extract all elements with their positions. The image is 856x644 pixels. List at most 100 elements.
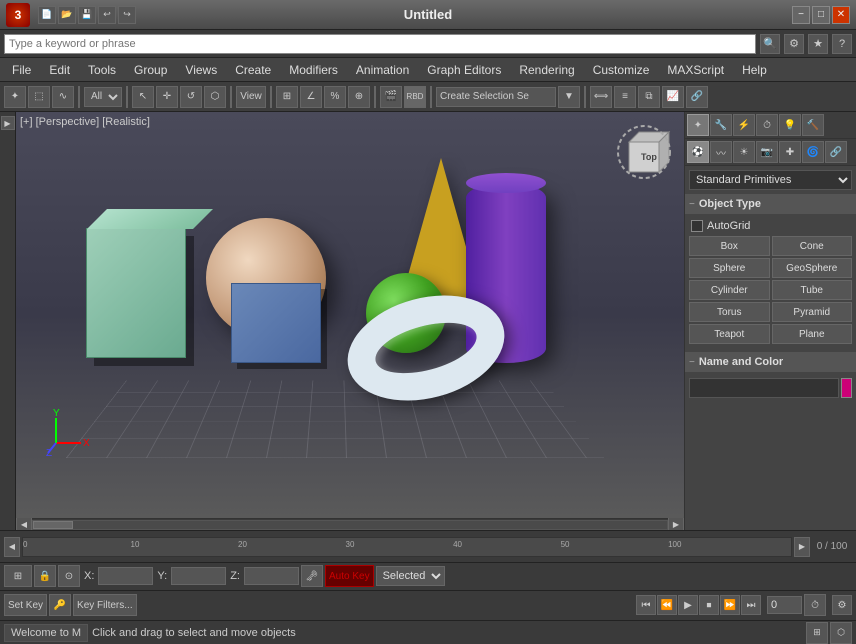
menu-animation[interactable]: Animation: [348, 61, 417, 79]
menu-help[interactable]: Help: [734, 61, 775, 79]
layer-tool[interactable]: ⧉: [638, 86, 660, 108]
key-mode-toggle[interactable]: 🔑: [49, 594, 71, 616]
go-end-btn[interactable]: ⏭: [741, 595, 761, 615]
scrollbar-track[interactable]: [32, 520, 668, 530]
open-icon[interactable]: 📂: [58, 6, 76, 24]
frame-input[interactable]: [767, 596, 802, 614]
menu-customize[interactable]: Customize: [585, 61, 658, 79]
menu-group[interactable]: Group: [126, 61, 175, 79]
sphere-button[interactable]: Sphere: [689, 258, 770, 278]
curve-editor[interactable]: 📈: [662, 86, 684, 108]
redo-icon[interactable]: ↪: [118, 6, 136, 24]
menu-views[interactable]: Views: [177, 61, 225, 79]
play-btn[interactable]: ▶: [678, 595, 698, 615]
cameras-icon[interactable]: 📷: [756, 141, 778, 163]
lock-selection[interactable]: 🔒: [34, 565, 56, 587]
y-input[interactable]: [171, 567, 226, 585]
helpers-icon[interactable]: ✚: [779, 141, 801, 163]
viewport-layout-btn[interactable]: ⊞: [806, 622, 828, 644]
box-button[interactable]: Box: [689, 236, 770, 256]
viewport-scrollbar[interactable]: ◀ ▶: [16, 518, 684, 530]
cylinder-button[interactable]: Cylinder: [689, 280, 770, 300]
spinner-btn[interactable]: ⊙: [58, 565, 80, 587]
filter-dropdown[interactable]: All: [84, 87, 122, 107]
torus-button[interactable]: Torus: [689, 302, 770, 322]
teapot-button[interactable]: Teapot: [689, 324, 770, 344]
scrollbar-thumb[interactable]: [33, 521, 73, 529]
percent-snap[interactable]: %: [324, 86, 346, 108]
create-panel-icon[interactable]: ✦: [687, 114, 709, 136]
next-frame-btn[interactable]: ⏩: [720, 595, 740, 615]
lasso-tool[interactable]: ∿: [52, 86, 74, 108]
select-tool[interactable]: ✦: [4, 86, 26, 108]
reference-coord[interactable]: View: [236, 86, 266, 108]
viewport[interactable]: X Y Z Top: [16, 112, 684, 518]
key-filters-button[interactable]: Key Filters...: [73, 594, 137, 616]
scale-button[interactable]: ⬡: [204, 86, 226, 108]
menu-modifiers[interactable]: Modifiers: [281, 61, 346, 79]
play-anim-left[interactable]: ▶: [1, 116, 15, 130]
snap-toggle[interactable]: ⊞: [276, 86, 298, 108]
modify-panel-icon[interactable]: 🔧: [710, 114, 732, 136]
cone-button[interactable]: Cone: [772, 236, 853, 256]
tube-button[interactable]: Tube: [772, 280, 853, 300]
rotate-button[interactable]: ↺: [180, 86, 202, 108]
x-input[interactable]: [98, 567, 153, 585]
key-icon[interactable]: 🗝: [301, 565, 323, 587]
menu-maxscript[interactable]: MAXScript: [659, 61, 732, 79]
menu-create[interactable]: Create: [227, 61, 279, 79]
menu-tools[interactable]: Tools: [80, 61, 124, 79]
object-type-header[interactable]: − Object Type: [685, 194, 856, 214]
primitive-type-select[interactable]: Standard Primitives: [689, 170, 852, 190]
spacewarps-icon[interactable]: 🌀: [802, 141, 824, 163]
new-icon[interactable]: 📄: [38, 6, 56, 24]
set-key-button[interactable]: Set Key: [4, 594, 47, 616]
hierarchy-panel-icon[interactable]: ⚡: [733, 114, 755, 136]
angle-snap[interactable]: ∠: [300, 86, 322, 108]
color-swatch[interactable]: [841, 378, 852, 398]
motion-panel-icon[interactable]: ⏱: [756, 114, 778, 136]
mirror-tool[interactable]: ⟺: [590, 86, 612, 108]
go-start-btn[interactable]: ⏮: [636, 595, 656, 615]
geometry-icon[interactable]: ⚽: [687, 141, 709, 163]
move-button[interactable]: ✛: [156, 86, 178, 108]
stop-btn[interactable]: ⏹: [699, 595, 719, 615]
minimize-button[interactable]: −: [792, 6, 810, 24]
help-icon[interactable]: ?: [832, 34, 852, 54]
menu-rendering[interactable]: Rendering: [511, 61, 582, 79]
viewport-size-btn[interactable]: ⬡: [830, 622, 852, 644]
autogrid-checkbox[interactable]: [691, 220, 703, 232]
close-button[interactable]: ✕: [832, 6, 850, 24]
shapes-icon[interactable]: 〰: [710, 141, 732, 163]
plane-button[interactable]: Plane: [772, 324, 853, 344]
menu-graph-editors[interactable]: Graph Editors: [419, 61, 509, 79]
bookmark-icon[interactable]: ★: [808, 34, 828, 54]
quick-render[interactable]: RBD: [404, 86, 426, 108]
schematic-view[interactable]: 🔗: [686, 86, 708, 108]
z-input[interactable]: [244, 567, 299, 585]
maximize-button[interactable]: □: [812, 6, 830, 24]
create-selection-input[interactable]: [436, 87, 556, 107]
align-tool[interactable]: ≡: [614, 86, 636, 108]
object-name-input[interactable]: [689, 378, 839, 398]
lights-icon[interactable]: ☀: [733, 141, 755, 163]
timeline-track[interactable]: 0 10 20 30 40 50 100: [22, 537, 792, 557]
timeline-prev-btn[interactable]: ◀: [4, 537, 20, 557]
geosphere-button[interactable]: GeoSphere: [772, 258, 853, 278]
create-sel-dropdown[interactable]: ▼: [558, 86, 580, 108]
select-button[interactable]: ↖: [132, 86, 154, 108]
display-panel-icon[interactable]: 💡: [779, 114, 801, 136]
auto-key-button[interactable]: Auto Key: [325, 565, 374, 587]
frame-mode-btn[interactable]: ⏱: [804, 594, 826, 616]
undo-icon[interactable]: ↩: [98, 6, 116, 24]
search-icon[interactable]: 🔍: [760, 34, 780, 54]
prev-frame-btn[interactable]: ⏪: [657, 595, 677, 615]
save-icon[interactable]: 💾: [78, 6, 96, 24]
primitive-type-dropdown[interactable]: Standard Primitives: [689, 170, 852, 190]
mini-viewport-btn[interactable]: ⊞: [4, 565, 32, 587]
menu-file[interactable]: File: [4, 61, 39, 79]
selected-dropdown[interactable]: Selected: [376, 566, 445, 586]
name-color-header[interactable]: − Name and Color: [685, 352, 856, 372]
utilities-panel-icon[interactable]: 🔨: [802, 114, 824, 136]
spinner-snap[interactable]: ⊕: [348, 86, 370, 108]
